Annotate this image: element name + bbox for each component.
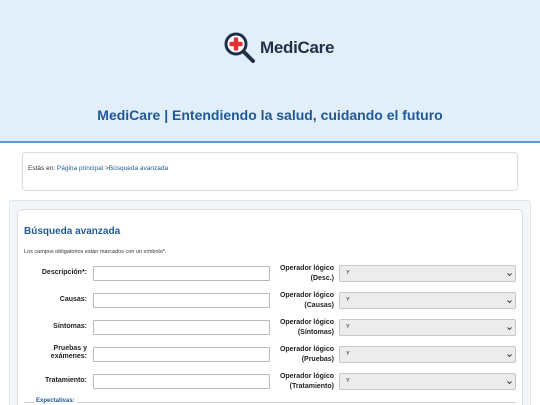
operator-tests-label: Operador lógico (Pruebas) — [270, 345, 334, 365]
site-tagline: MediCare | Entendiendo la salud, cuidand… — [97, 107, 443, 123]
operator-desc-label-line2: (Desc.) — [310, 275, 334, 282]
operator-treatment-label-line1: Operador lógico — [279, 373, 334, 380]
operator-causes-label: Operador lógico (Causas) — [270, 291, 334, 311]
operator-symptoms-select[interactable]: Y — [339, 319, 516, 336]
operator-treatment-label: Operador lógico (Tratamiento) — [270, 372, 334, 392]
required-fields-note: Los campos obligatorios están marcados c… — [24, 249, 167, 255]
expectations-legend: Expectativas: — [34, 398, 77, 404]
operator-treatment-select[interactable]: Y — [339, 373, 516, 390]
chevron-down-icon — [507, 327, 512, 331]
operator-tests-select[interactable]: Y — [339, 346, 516, 363]
operator-causes-label-line1: Operador lógico — [279, 292, 334, 299]
causes-label: Causas: — [59, 296, 87, 303]
operator-desc-value: Y — [346, 270, 350, 276]
site-header: MediCare MediCare | Entendiendo la salud… — [0, 0, 540, 143]
operator-desc-select[interactable]: Y — [339, 265, 516, 282]
page-title: Búsqueda avanzada — [24, 226, 121, 237]
treatment-input[interactable] — [93, 374, 270, 389]
chevron-down-icon — [507, 354, 512, 358]
tests-input[interactable] — [93, 347, 270, 362]
operator-tests-label-line1: Operador lógico — [279, 346, 334, 353]
chevron-down-icon — [507, 273, 512, 277]
causes-input[interactable] — [93, 293, 270, 308]
breadcrumb-current-link[interactable]: Búsqueda avanzada — [109, 165, 168, 172]
chevron-down-icon — [507, 300, 512, 304]
breadcrumb-text: Estás en: Página principal >Búsqueda ava… — [28, 165, 168, 172]
treatment-label: Tratamiento: — [44, 377, 87, 384]
tests-label-line2: exámenes: — [50, 353, 87, 360]
magnifier-medical-cross-icon — [224, 32, 255, 63]
tests-label: Pruebas y exámenes: — [22, 345, 87, 361]
chevron-down-icon — [507, 381, 512, 385]
description-input[interactable] — [93, 266, 270, 281]
description-label: Descripción*: — [41, 269, 87, 276]
breadcrumb-prefix: Estás en: — [28, 165, 56, 172]
operator-treatment-value: Y — [346, 378, 350, 384]
operator-symptoms-label: Operador lógico (Síntomas) — [270, 318, 334, 338]
breadcrumb: Estás en: Página principal >Búsqueda ava… — [22, 152, 518, 191]
operator-causes-value: Y — [346, 297, 350, 303]
tests-label-line1: Pruebas y — [53, 345, 87, 352]
operator-desc-label-line1: Operador lógico — [279, 265, 334, 272]
logo-text: MediCare — [260, 38, 335, 57]
symptoms-label: Síntomas: — [53, 323, 87, 330]
breadcrumb-home-link[interactable]: Página principal — [57, 165, 103, 172]
operator-symptoms-label-line1: Operador lógico — [279, 319, 334, 326]
site-logo[interactable]: MediCare — [223, 31, 334, 65]
operator-causes-label-line2: (Causas) — [304, 302, 334, 309]
operator-desc-label: Operador lógico (Desc.) — [270, 264, 334, 284]
operator-symptoms-label-line2: (Síntomas) — [297, 329, 334, 336]
operator-symptoms-value: Y — [346, 324, 350, 330]
operator-tests-value: Y — [346, 351, 350, 357]
operator-causes-select[interactable]: Y — [339, 292, 516, 309]
symptoms-input[interactable] — [93, 320, 270, 335]
operator-tests-label-line2: (Pruebas) — [301, 356, 334, 363]
operator-treatment-label-line2: (Tratamiento) — [289, 383, 334, 390]
